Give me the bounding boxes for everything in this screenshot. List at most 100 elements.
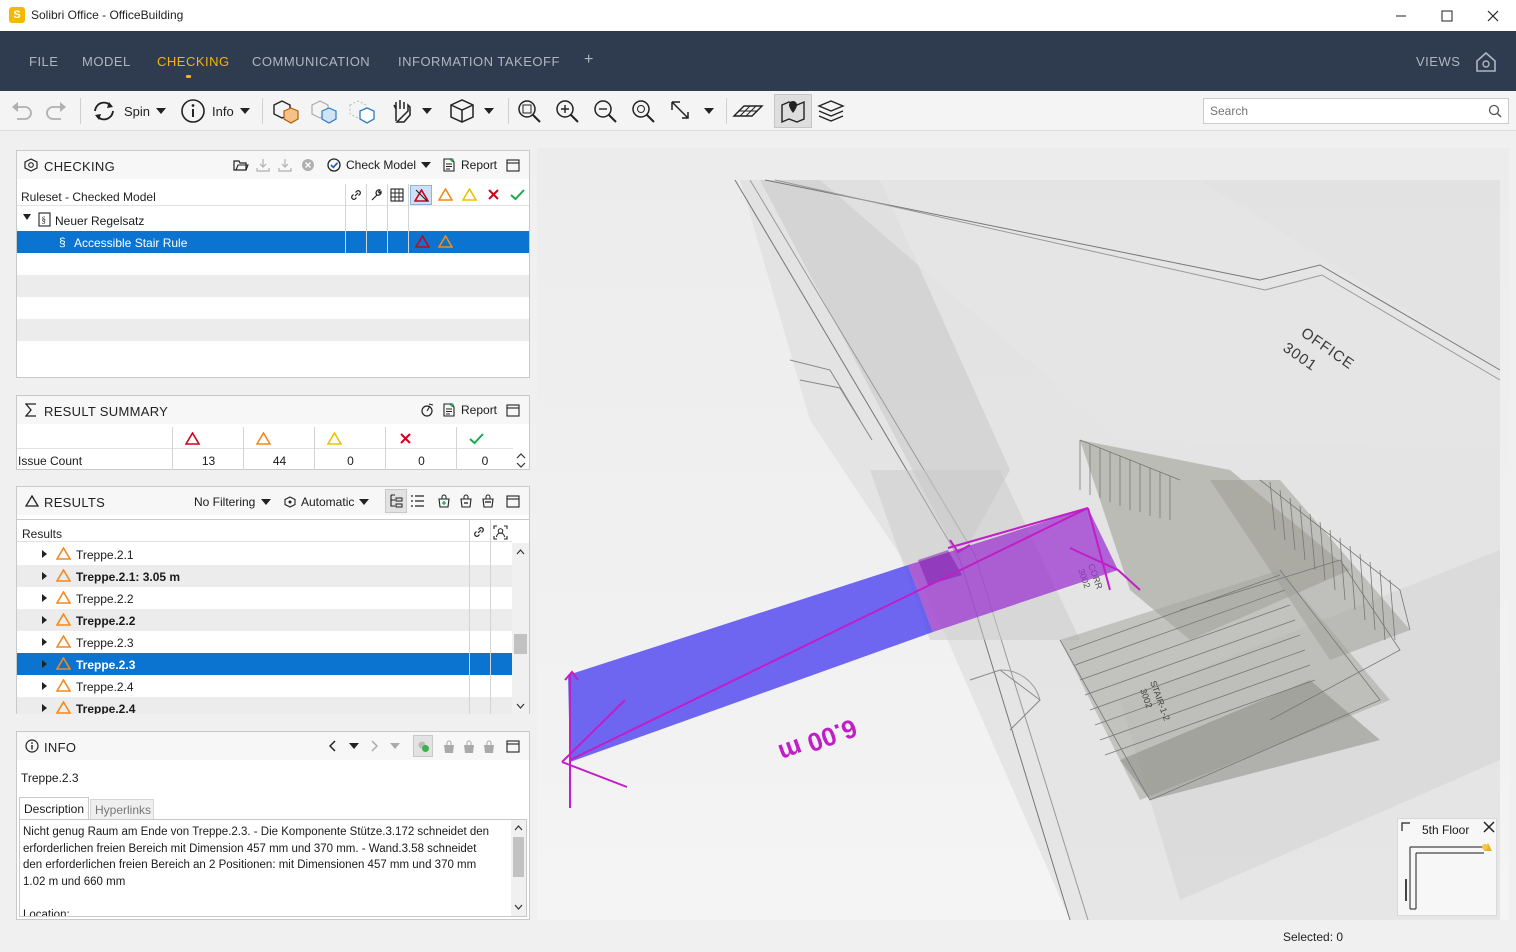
next-arrow-icon[interactable] [370, 740, 378, 752]
view-cube-button[interactable] [448, 97, 494, 125]
expand-arrow-icon[interactable] [42, 682, 47, 690]
expand-arrow-icon[interactable] [42, 660, 47, 668]
zoom-in-button[interactable] [554, 98, 580, 124]
remove-ruleset-icon[interactable] [301, 158, 315, 172]
grouping-dropdown[interactable]: Automatic [284, 495, 370, 509]
result-row[interactable]: Treppe.2.1 [17, 543, 512, 565]
zoom-out-button[interactable] [592, 98, 618, 124]
floor-plan-button[interactable] [774, 94, 812, 128]
results-scrollbar[interactable] [512, 543, 529, 714]
result-row[interactable]: Treppe.2.2 [17, 609, 512, 631]
add-to-selection-basket-icon[interactable] [437, 494, 451, 508]
tab-description[interactable]: Description [19, 797, 89, 819]
color-toggle[interactable] [413, 735, 433, 757]
list-view-icon[interactable] [410, 494, 425, 508]
result-row[interactable]: Treppe.2.2 [17, 587, 512, 609]
set-selection-basket-icon[interactable] [459, 494, 473, 508]
expand-arrow-icon[interactable] [42, 704, 47, 712]
previous-arrow-icon[interactable] [329, 740, 337, 752]
checking-report-button[interactable]: Report [442, 158, 497, 172]
minimap-close-icon[interactable] [1482, 820, 1496, 834]
close-button[interactable] [1470, 0, 1516, 31]
views-button[interactable] [1474, 50, 1498, 74]
result-row[interactable]: Treppe.2.4 [17, 675, 512, 697]
3d-viewport[interactable]: STAIR-1-2 3002 OFFICE 3001 CORR 3002 6.0… [537, 148, 1509, 920]
menu-checking[interactable]: CHECKING [157, 54, 230, 69]
expand-arrow-icon[interactable] [23, 214, 31, 220]
search-input[interactable] [1210, 103, 1480, 119]
rejected-filter-icon[interactable] [487, 188, 500, 201]
scroll-down-icon[interactable] [514, 904, 523, 910]
result-row[interactable]: Treppe.2.1: 3.05 m [17, 565, 512, 587]
basket-icon[interactable] [442, 740, 456, 754]
settings-icon[interactable] [420, 403, 434, 417]
basket-icon[interactable] [462, 740, 476, 754]
expand-arrow-icon[interactable] [42, 572, 47, 580]
ruleset-row[interactable]: § Neuer Regelsatz [17, 209, 529, 231]
result-row[interactable]: Treppe.2.3 [17, 653, 512, 675]
expand-arrow-icon[interactable] [42, 638, 47, 646]
expand-arrow-icon[interactable] [42, 594, 47, 602]
scroll-down-icon[interactable] [516, 703, 525, 709]
info-button[interactable]: Info [180, 98, 250, 124]
maximize-button[interactable] [1424, 0, 1470, 31]
maximize-panel-icon[interactable] [506, 740, 520, 753]
maximize-panel-icon[interactable] [506, 159, 520, 172]
download-icon[interactable] [277, 158, 293, 172]
minimap-collapse-icon[interactable] [1401, 822, 1411, 832]
search-icon[interactable] [1488, 104, 1502, 118]
check-model-button[interactable]: Check Model [327, 158, 432, 172]
result-row[interactable]: Treppe.2.4 [17, 697, 512, 714]
filter-critical-toggle[interactable] [410, 185, 432, 205]
menu-information-takeoff[interactable]: INFORMATION TAKEOFF [398, 54, 560, 69]
viewpoint-icon[interactable] [493, 525, 508, 540]
minimize-button[interactable] [1378, 0, 1424, 31]
show-components-button[interactable] [270, 97, 300, 125]
accepted-filter-icon[interactable] [510, 188, 525, 201]
next-dropdown-icon[interactable] [390, 743, 400, 749]
floor-minimap[interactable]: 5th Floor [1397, 818, 1497, 916]
open-folder-icon[interactable] [233, 158, 249, 172]
menu-file[interactable]: FILE [29, 54, 58, 69]
maximize-panel-icon[interactable] [506, 495, 520, 508]
scroll-up-icon[interactable] [516, 549, 525, 555]
scroll-up-icon[interactable] [514, 825, 523, 831]
save-ruleset-icon[interactable] [255, 158, 271, 172]
redo-button[interactable] [44, 98, 70, 124]
moderate-filter-icon[interactable] [438, 188, 453, 201]
expand-arrow-icon[interactable] [42, 616, 47, 624]
table-icon[interactable] [390, 188, 404, 202]
wrench-icon[interactable] [369, 188, 383, 202]
zoom-selected-button[interactable] [630, 98, 656, 124]
low-filter-icon[interactable] [462, 188, 477, 201]
isolate-components-button[interactable] [346, 97, 376, 125]
selection-tool-button[interactable] [668, 98, 714, 124]
slice-plane-button[interactable] [732, 98, 764, 124]
menu-communication[interactable]: COMMUNICATION [252, 54, 370, 69]
maximize-panel-icon[interactable] [506, 404, 520, 417]
views-label[interactable]: VIEWS [1416, 54, 1460, 69]
layers-button[interactable] [816, 98, 846, 124]
result-row[interactable]: Treppe.2.3 [17, 631, 512, 653]
transparent-components-button[interactable] [308, 97, 338, 125]
tab-hyperlinks[interactable]: Hyperlinks [90, 799, 154, 819]
basket-icon[interactable] [482, 740, 496, 754]
add-tab-button[interactable]: + [584, 51, 594, 69]
scrollbar-thumb[interactable] [514, 634, 527, 654]
description-text-area[interactable]: Nicht genug Raum am Ende von Treppe.2.3.… [19, 819, 527, 917]
undo-button[interactable] [8, 98, 34, 124]
description-scrollbar[interactable] [511, 820, 526, 916]
previous-dropdown-icon[interactable] [349, 743, 359, 749]
hand-tool-button[interactable] [388, 97, 432, 125]
3d-model-view[interactable]: STAIR-1-2 3002 OFFICE 3001 CORR 3002 6.0… [537, 148, 1509, 920]
remove-from-basket-icon[interactable] [481, 494, 495, 508]
spin-button[interactable]: Spin [90, 98, 167, 124]
scrollbar-thumb[interactable] [513, 837, 524, 877]
tree-view-toggle[interactable] [385, 489, 407, 513]
hyperlink-icon[interactable] [349, 188, 363, 202]
summary-spinner[interactable] [514, 450, 528, 470]
summary-report-button[interactable]: Report [442, 403, 497, 417]
rule-row-selected[interactable]: § Accessible Stair Rule [17, 231, 529, 253]
hyperlink-icon[interactable] [472, 525, 486, 539]
filter-dropdown[interactable]: No Filtering [194, 495, 272, 509]
